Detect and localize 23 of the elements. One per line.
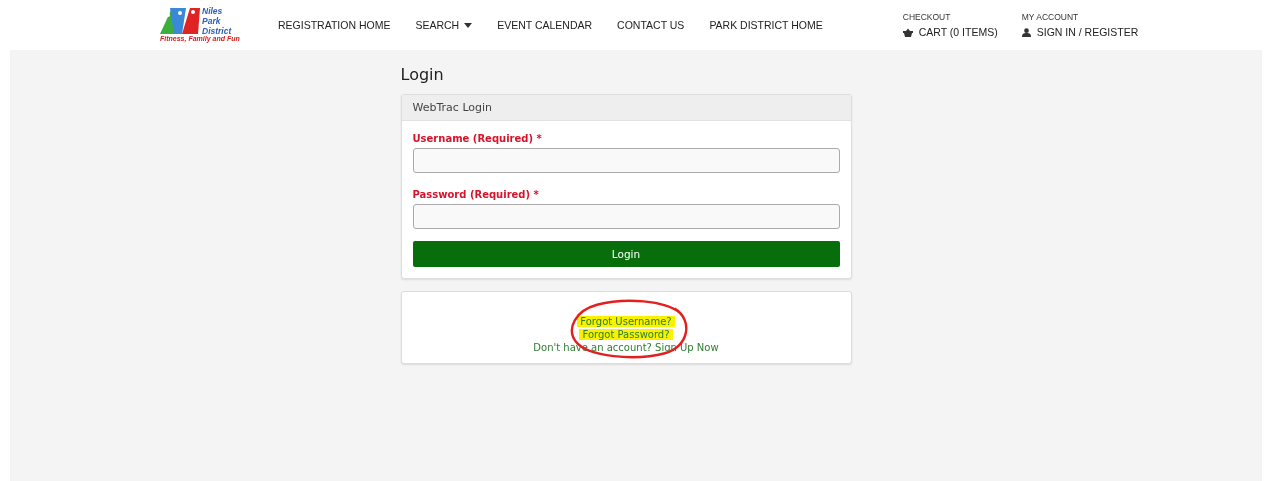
field-label: Password (Required) * [412, 189, 540, 200]
input-field[interactable] [412, 204, 840, 229]
account-link[interactable]: SIGN IN / REGISTER [1021, 26, 1139, 38]
help-link[interactable]: Forgot Username? [577, 316, 675, 327]
account-link[interactable]: CART (0 ITEMS) [902, 26, 998, 38]
panel-title: WebTrac Login [401, 95, 851, 121]
logo-name: District [202, 26, 232, 36]
login-button[interactable]: Login [412, 241, 840, 267]
page-title: Login [400, 65, 445, 84]
nav-link[interactable]: PARK DISTRICT HOME [709, 19, 823, 31]
help-link[interactable]: Forgot Password? [579, 329, 673, 340]
account-caption: CHECKOUT [902, 12, 952, 22]
user-icon [1021, 27, 1031, 37]
nav-link[interactable]: CONTACT US [617, 19, 685, 31]
nav-link[interactable]: SEARCH [415, 19, 473, 31]
field-label: Username (Required) * [412, 133, 543, 144]
basket-icon [902, 27, 913, 37]
nav-link[interactable]: EVENT CALENDAR [497, 19, 593, 31]
input-field[interactable] [412, 148, 840, 173]
logo-name: Niles [202, 6, 224, 16]
logo-name: Park [202, 16, 222, 26]
nav-link[interactable]: REGISTRATION HOME [278, 19, 391, 31]
account-caption: MY ACCOUNT [1021, 12, 1080, 22]
